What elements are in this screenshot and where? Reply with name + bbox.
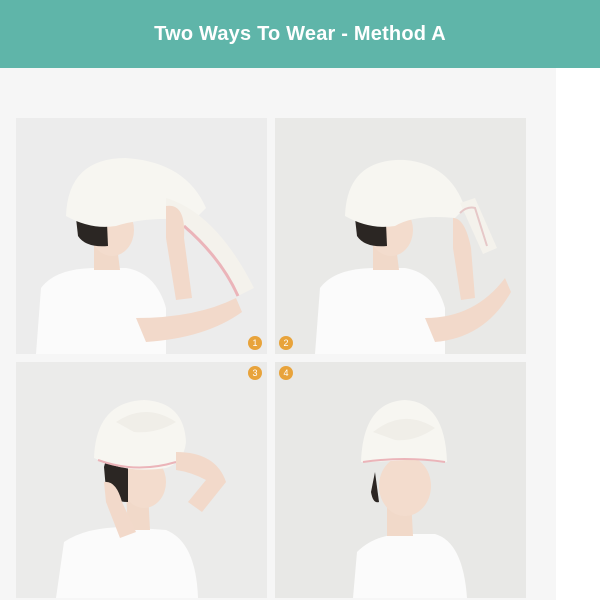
step-3-photo bbox=[16, 362, 267, 598]
step-1-photo bbox=[16, 118, 267, 354]
step-badge-2: 2 bbox=[279, 336, 293, 350]
step-badge-3: 3 bbox=[248, 366, 262, 380]
step-badge-1: 1 bbox=[248, 336, 262, 350]
page-title: Two Ways To Wear - Method A bbox=[154, 22, 446, 45]
header-banner: Two Ways To Wear - Method A bbox=[0, 0, 600, 68]
step-4-photo bbox=[275, 362, 526, 598]
step-2-photo bbox=[275, 118, 526, 354]
step-badge-4: 4 bbox=[279, 366, 293, 380]
